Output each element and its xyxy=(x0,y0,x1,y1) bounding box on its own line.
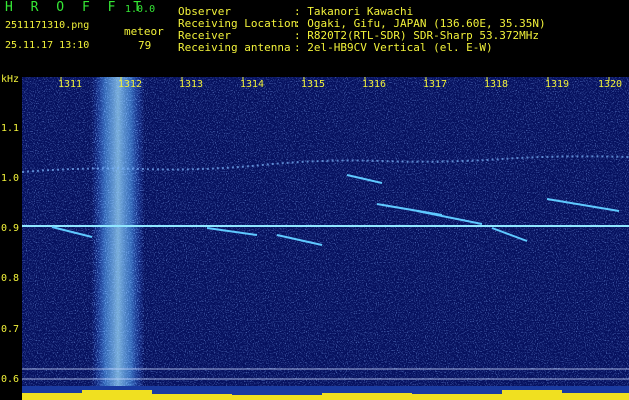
x-tick-label: 1319 xyxy=(545,79,570,90)
x-tick-label: 1314 xyxy=(240,79,265,90)
x-tick-label: 1315 xyxy=(301,79,326,90)
frequency-axis: kHz 1.1 1.0 0.9 0.8 0.7 0.6 xyxy=(0,72,22,400)
timestamp: 25.11.17 13:10 xyxy=(5,40,90,51)
counter-label: meteor xyxy=(124,25,164,38)
x-tick-label: 1311 xyxy=(58,79,83,90)
axis-unit-label: kHz xyxy=(1,74,20,85)
y-tick-label: 0.6 xyxy=(1,374,20,385)
file-name: 2511171310.png xyxy=(5,20,90,31)
y-tick-label: 1.1 xyxy=(1,123,20,134)
y-tick-label: 1.0 xyxy=(1,173,20,184)
interference-band-noise xyxy=(92,77,144,400)
app-version: 1.0.0 xyxy=(125,4,156,15)
spectrogram-plot xyxy=(22,77,629,400)
y-tick-label: 0.8 xyxy=(1,273,20,284)
x-tick-label: 1316 xyxy=(362,79,387,90)
x-tick-label: 1318 xyxy=(484,79,509,90)
x-tick-label: 1317 xyxy=(423,79,448,90)
spectrogram-canvas xyxy=(22,77,629,400)
x-tick-label: 1313 xyxy=(179,79,204,90)
y-tick-label: 0.9 xyxy=(1,223,20,234)
info-value-antenna: : 2el-HB9CV Vertical (el. E-W) xyxy=(294,41,493,54)
meteor-count: 79 xyxy=(138,39,152,52)
y-tick-label: 0.7 xyxy=(1,324,20,335)
x-tick-label: 1320 xyxy=(598,79,623,90)
x-tick-label: 1312 xyxy=(118,79,143,90)
info-label-antenna: Receiving antenna xyxy=(178,41,291,54)
header-panel: H R O F F T 1.0.0 2511171310.png 25.11.1… xyxy=(0,0,629,72)
